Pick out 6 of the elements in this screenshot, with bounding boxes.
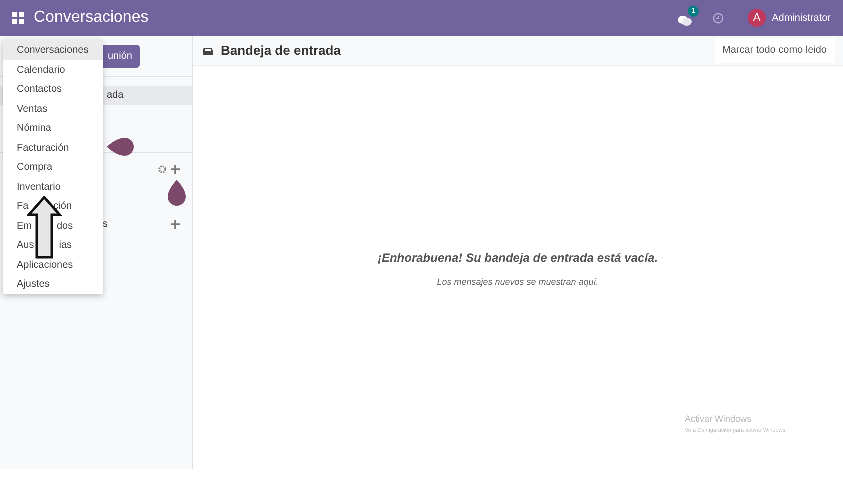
empty-message: Los mensajes nuevos se muestran aquí.	[437, 276, 599, 289]
page-title: Bandeja de entrada	[221, 42, 341, 60]
activation-title: Activar Windows	[685, 413, 753, 426]
app-title: Conversaciones	[34, 8, 149, 28]
empty-title: ¡Enhorabuena! Su bandeja de entrada está vacía.	[378, 250, 658, 267]
sidebar-heading: s	[103, 218, 108, 232]
